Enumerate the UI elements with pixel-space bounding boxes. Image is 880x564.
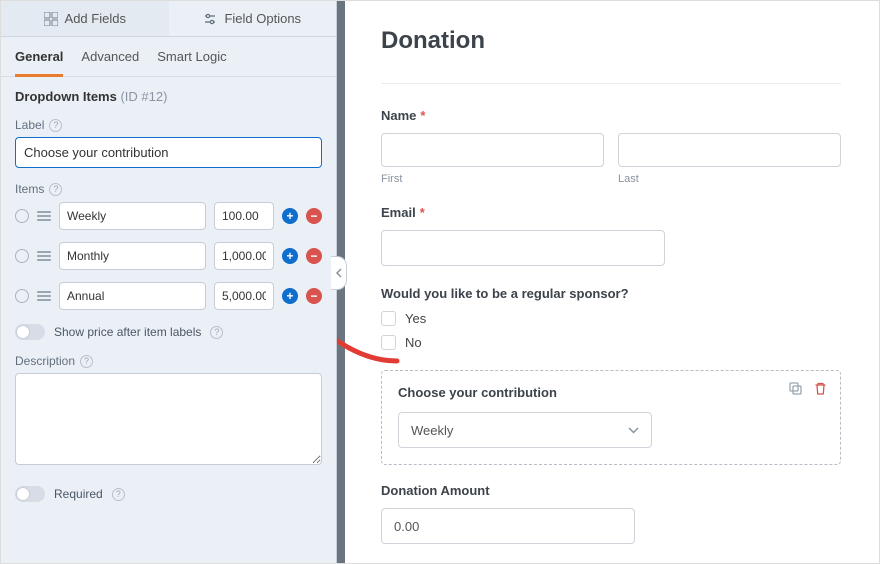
field-sponsor[interactable]: Would you like to be a regular sponsor? … [381, 286, 841, 350]
help-icon[interactable]: ? [49, 119, 62, 132]
remove-item-button[interactable]: − [306, 208, 322, 224]
item-row: +− [15, 282, 322, 310]
field-name[interactable]: Name* First Last [381, 108, 841, 185]
collapse-handle[interactable] [331, 256, 347, 290]
drag-handle-icon[interactable] [37, 211, 51, 221]
name-label: Name* [381, 108, 841, 123]
form-title: Donation [381, 27, 841, 84]
section-title: Dropdown Items (ID #12) [15, 89, 322, 104]
email-label: Email* [381, 205, 841, 220]
label-input[interactable] [15, 137, 322, 168]
chevron-down-icon [628, 427, 639, 434]
item-default-radio[interactable] [15, 209, 29, 223]
trash-icon [813, 381, 828, 396]
sponsor-label: Would you like to be a regular sponsor? [381, 286, 841, 301]
tab-label: Add Fields [65, 11, 126, 26]
add-item-button[interactable]: + [282, 248, 298, 264]
first-sublabel: First [381, 173, 604, 185]
sliders-icon [203, 12, 217, 26]
remove-item-button[interactable]: − [306, 288, 322, 304]
help-icon[interactable]: ? [210, 326, 223, 339]
help-icon[interactable]: ? [112, 488, 125, 501]
items-heading: Items ? [15, 182, 322, 196]
amount-label: Donation Amount [381, 483, 841, 498]
field-donation-amount[interactable]: Donation Amount 0.00 [381, 483, 841, 544]
field-contribution-selected[interactable]: Choose your contribution Weekly [381, 370, 841, 465]
contribution-label: Choose your contribution [398, 385, 824, 400]
email-input[interactable] [381, 230, 665, 266]
subtab-advanced[interactable]: Advanced [81, 37, 139, 76]
tab-field-options[interactable]: Field Options [169, 1, 337, 36]
item-default-radio[interactable] [15, 289, 29, 303]
amount-input[interactable]: 0.00 [381, 508, 635, 544]
show-price-toggle[interactable] [15, 324, 45, 340]
sub-tabs: General Advanced Smart Logic [1, 37, 336, 77]
annotation-arrow-icon [337, 291, 407, 371]
tab-add-fields[interactable]: Add Fields [1, 1, 169, 36]
drag-handle-icon[interactable] [37, 251, 51, 261]
add-item-button[interactable]: + [282, 288, 298, 304]
field-email[interactable]: Email* [381, 205, 841, 266]
checkbox-yes-row[interactable]: Yes [381, 311, 841, 326]
description-heading: Description ? [15, 354, 322, 368]
item-price-input[interactable] [214, 282, 274, 310]
first-name-input[interactable] [381, 133, 604, 167]
item-name-input[interactable] [59, 282, 206, 310]
subtab-general[interactable]: General [15, 37, 63, 77]
item-row: +− [15, 202, 322, 230]
duplicate-icon [788, 381, 803, 396]
item-price-input[interactable] [214, 242, 274, 270]
subtab-smart-logic[interactable]: Smart Logic [157, 37, 226, 76]
help-icon[interactable]: ? [80, 355, 93, 368]
remove-item-button[interactable]: − [306, 248, 322, 264]
chevron-left-icon [335, 268, 342, 278]
show-price-toggle-row: Show price after item labels ? [15, 324, 322, 340]
item-row: +− [15, 242, 322, 270]
contribution-dropdown[interactable]: Weekly [398, 412, 652, 448]
add-item-button[interactable]: + [282, 208, 298, 224]
delete-button[interactable] [813, 381, 828, 399]
item-name-input[interactable] [59, 242, 206, 270]
sidebar-panel: Add Fields Field Options General Advance… [1, 1, 337, 563]
required-toggle-row: Required ? [15, 486, 322, 502]
label-heading: Label ? [15, 118, 322, 132]
grid-icon [44, 12, 58, 26]
drag-handle-icon[interactable] [37, 291, 51, 301]
duplicate-button[interactable] [788, 381, 803, 399]
tab-label: Field Options [224, 11, 301, 26]
form-preview: Donation Name* First Last Email* [337, 1, 879, 563]
help-icon[interactable]: ? [49, 183, 62, 196]
description-textarea[interactable] [15, 373, 322, 465]
item-default-radio[interactable] [15, 249, 29, 263]
last-sublabel: Last [618, 173, 841, 185]
checkbox-no-row[interactable]: No [381, 335, 841, 350]
required-toggle[interactable] [15, 486, 45, 502]
last-name-input[interactable] [618, 133, 841, 167]
item-price-input[interactable] [214, 202, 274, 230]
top-tabs: Add Fields Field Options [1, 1, 336, 37]
item-name-input[interactable] [59, 202, 206, 230]
